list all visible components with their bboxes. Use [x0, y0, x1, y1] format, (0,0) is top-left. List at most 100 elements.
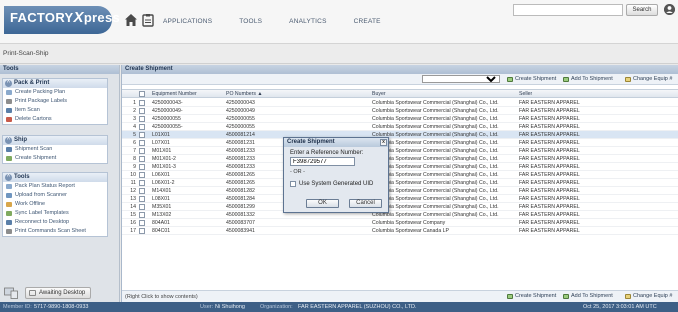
menu-print-commands-scan-sheet[interactable]: Print Commands Scan Sheet: [3, 227, 107, 236]
row-checkbox[interactable]: [139, 220, 145, 226]
cell-seller: FAR EASTERN APPAREL: [519, 132, 580, 138]
menu-label: Upload from Scanner: [15, 192, 67, 198]
table-row[interactable]: 6 L07X01 4500081231 Columbia Sportswear Com…: [122, 139, 678, 147]
table-row[interactable]: 10 L06X01 4500081265 Columbia Sportswear Co…: [122, 171, 678, 179]
change-equip-button[interactable]: Change Equip #: [625, 75, 672, 84]
table-row[interactable]: 16 804A01 4500083707 Columbia Sportswear Co…: [122, 219, 678, 227]
clipboard-icon[interactable]: [141, 13, 155, 27]
column-buyer[interactable]: Buyer: [372, 91, 386, 98]
create-shipment-panel: Create Shipment Create Shipment Add To S…: [121, 65, 678, 302]
search-button[interactable]: Search: [626, 4, 658, 16]
table-row[interactable]: 12 M14X01 4500081282 Columbia Sportswear Co…: [122, 187, 678, 195]
row-checkbox[interactable]: [139, 196, 145, 202]
nav-create[interactable]: CREATE: [354, 18, 381, 25]
reference-number-input[interactable]: [290, 157, 355, 166]
row-checkbox[interactable]: [139, 100, 145, 106]
right-click-hint: (Right Click to show contents): [125, 294, 198, 300]
dialog-title-bar[interactable]: Create Shipment x: [284, 138, 388, 147]
close-icon[interactable]: x: [380, 139, 387, 146]
filter-select[interactable]: [422, 75, 500, 83]
row-number: 5: [133, 132, 136, 138]
menu-create-shipment[interactable]: Create Shipment: [3, 154, 107, 163]
section-header[interactable]: ^ Pack & Print: [3, 79, 107, 88]
home-icon[interactable]: [124, 13, 138, 27]
column-po-numbers[interactable]: PO Numbers ▲: [226, 91, 263, 98]
table-row[interactable]: 13 L08X01 4500081284 Columbia Sportswear Co…: [122, 195, 678, 203]
cell-buyer: Columbia Sportswear Canada LP: [372, 228, 449, 234]
menu-create-packing-plan[interactable]: Create Packing Plan: [3, 88, 107, 97]
row-checkbox[interactable]: [139, 124, 145, 130]
column-seller[interactable]: Seller: [519, 91, 532, 98]
row-checkbox[interactable]: [139, 108, 145, 114]
menu-delete-cartons[interactable]: Delete Cartons: [3, 115, 107, 124]
row-checkbox[interactable]: [139, 172, 145, 178]
column-equipment-number[interactable]: Equipment Number: [152, 91, 197, 98]
row-checkbox[interactable]: [139, 188, 145, 194]
row-checkbox[interactable]: [139, 228, 145, 234]
cell-buyer: Columbia Sportswear Commercial (Shanghai…: [372, 148, 499, 154]
row-checkbox[interactable]: [139, 140, 145, 146]
create-shipment-button-bottom[interactable]: Create Shipment: [507, 292, 556, 301]
table-row[interactable]: 1 4250000043- 4250000043 Columbia Sportswea…: [122, 99, 678, 107]
row-checkbox[interactable]: [139, 116, 145, 122]
row-number: 17: [130, 228, 136, 234]
change-equip-button-bottom[interactable]: Change Equip #: [625, 292, 672, 301]
select-all-checkbox[interactable]: [139, 91, 145, 97]
upload-icon: [6, 193, 12, 198]
menu-upload-from-scanner[interactable]: Upload from Scanner: [3, 191, 107, 200]
cell-seller: FAR EASTERN APPAREL: [519, 100, 580, 106]
member-id-value: 5717-9890-1808-0933: [34, 304, 89, 310]
search-input[interactable]: [513, 4, 623, 16]
system-uid-label[interactable]: Use System Generated UID: [299, 181, 373, 188]
menu-print-package-labels[interactable]: Print Package Labels: [3, 97, 107, 106]
nav-applications[interactable]: APPLICATIONS: [163, 18, 212, 25]
collapse-icon[interactable]: ^: [5, 174, 12, 181]
row-checkbox[interactable]: [139, 204, 145, 210]
collapse-icon[interactable]: ^: [5, 80, 12, 87]
row-checkbox[interactable]: [139, 180, 145, 186]
table-row[interactable]: 9 M01X01-3 4500081233 Columbia Sportswear C…: [122, 163, 678, 171]
menu-item-scan[interactable]: Item Scan: [3, 106, 107, 115]
collapse-icon[interactable]: ^: [5, 137, 12, 144]
awaiting-desktop-button[interactable]: Awaiting Desktop: [25, 287, 91, 299]
menu-label: Shipment Scan: [15, 146, 53, 152]
menu-work-offline[interactable]: Work Offline: [3, 200, 107, 209]
table-row[interactable]: 2 4250000049- 4250000049 Columbia Sportswea…: [122, 107, 678, 115]
section-header[interactable]: ^ Tools: [3, 173, 107, 182]
table-row[interactable]: 7 M01X01 4500081233 Columbia Sportswear Com…: [122, 147, 678, 155]
cell-equipment-number: 4250000043-: [152, 100, 183, 106]
cell-buyer: Columbia Sportswear Commercial (Shanghai…: [372, 108, 499, 114]
cancel-button[interactable]: Cancel: [349, 199, 382, 208]
nav-analytics[interactable]: ANALYTICS: [289, 18, 326, 25]
menu-reconnect-to-desktop[interactable]: Reconnect to Desktop: [3, 218, 107, 227]
row-checkbox[interactable]: [139, 156, 145, 162]
system-uid-checkbox[interactable]: [290, 181, 296, 187]
nav-tools[interactable]: TOOLS: [239, 18, 262, 25]
row-checkbox[interactable]: [139, 132, 145, 138]
table-row[interactable]: 5 L01X01 4500081214 Columbia Sportswear Com…: [122, 131, 678, 139]
table-row[interactable]: 3 4250000055 4250000055 Columbia Sportswear…: [122, 115, 678, 123]
cell-buyer: Columbia Sportswear Commercial (Shanghai…: [372, 172, 499, 178]
menu-shipment-scan[interactable]: Shipment Scan: [3, 145, 107, 154]
table-row[interactable]: 15 M13X02 4500081332 Columbia Sportswear Co…: [122, 211, 678, 219]
add-to-shipment-button[interactable]: Add To Shipment: [563, 75, 613, 84]
cell-buyer: Columbia Sportswear Commercial (Shanghai…: [372, 140, 499, 146]
row-checkbox[interactable]: [139, 212, 145, 218]
table-row[interactable]: 14 M35X01 4500081299 Columbia Sportswear Co…: [122, 203, 678, 211]
factoryxpress-logo[interactable]: FACTORYXpress: [4, 6, 120, 34]
row-checkbox[interactable]: [139, 148, 145, 154]
table-row[interactable]: 17 804C01 4500083941 Columbia Sportswear Ca…: [122, 227, 678, 235]
cell-po-number: 4500083941: [226, 228, 255, 234]
section-header[interactable]: ^ Ship: [3, 136, 107, 145]
ok-button[interactable]: OK: [306, 199, 339, 208]
add-to-shipment-button-bottom[interactable]: Add To Shipment: [563, 292, 613, 301]
table-row[interactable]: 4 4250000055- 4250000055 Columbia Sportswea…: [122, 123, 678, 131]
menu-pack-plan-status-report[interactable]: Pack Plan Status Report: [3, 182, 107, 191]
menu-sync-label-templates[interactable]: Sync Label Templates: [3, 209, 107, 218]
row-checkbox[interactable]: [139, 164, 145, 170]
create-shipment-button[interactable]: Create Shipment: [507, 75, 556, 84]
tools-panel: Tools ^ Pack & Print Create Packing Plan …: [0, 65, 120, 302]
table-row[interactable]: 8 M01X01-2 4500081233 Columbia Sportswear C…: [122, 155, 678, 163]
user-account-icon[interactable]: [664, 4, 675, 15]
table-row[interactable]: 11 L06X01-2 4500081265 Columbia Sportswear …: [122, 179, 678, 187]
